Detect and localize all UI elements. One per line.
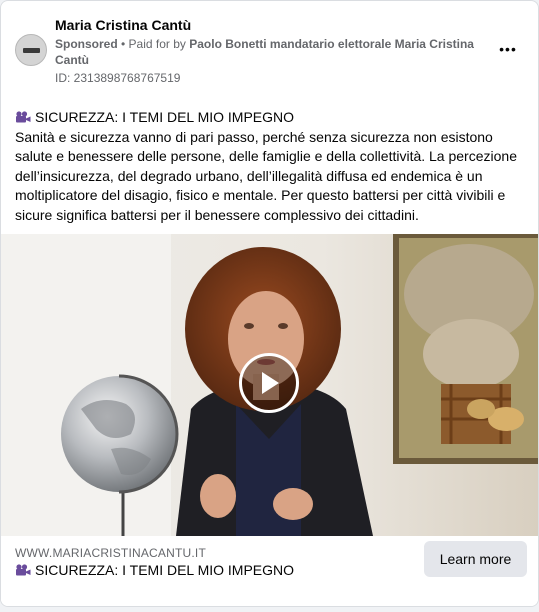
paid-prefix: • Paid for by [117,37,190,51]
post-text: Sanità e sicurezza vanno di pari passo, … [15,128,517,223]
wall-painting [393,234,538,464]
page-avatar[interactable] [15,34,47,66]
learn-more-button[interactable]: Learn more [424,541,527,577]
ad-meta: Sponsored • Paid for by Paolo Bonetti ma… [55,36,475,68]
ad-card: Maria Cristina Cantù Sponsored • Paid fo… [0,0,539,607]
headline-text: SICUREZZA: I TEMI DEL MIO IMPEGNO [35,109,295,125]
sponsored-label[interactable]: Sponsored [55,37,118,51]
post-body: SICUREZZA: I TEMI DEL MIO IMPEGNO Sanità… [15,108,527,226]
post-headline: SICUREZZA: I TEMI DEL MIO IMPEGNO [15,108,527,128]
link-title[interactable]: SICUREZZA: I TEMI DEL MIO IMPEGNO [15,562,294,578]
more-options-icon[interactable]: ••• [496,37,520,61]
play-triangle [262,372,279,394]
avatar-bar [23,48,40,53]
ad-id: ID: 2313898768767519 [55,71,181,85]
link-domain[interactable]: WWW.MARIACRISTINACANTU.IT [15,546,206,560]
link-footer[interactable]: WWW.MARIACRISTINACANTU.IT SICUREZZA: I T… [1,536,538,606]
page-name[interactable]: Maria Cristina Cantù [55,17,191,33]
post-header: Maria Cristina Cantù Sponsored • Paid fo… [1,1,538,101]
video-camera-icon [16,111,31,123]
link-title-text: SICUREZZA: I TEMI DEL MIO IMPEGNO [35,562,295,578]
play-icon[interactable] [239,353,299,413]
video-camera-icon [16,564,31,576]
